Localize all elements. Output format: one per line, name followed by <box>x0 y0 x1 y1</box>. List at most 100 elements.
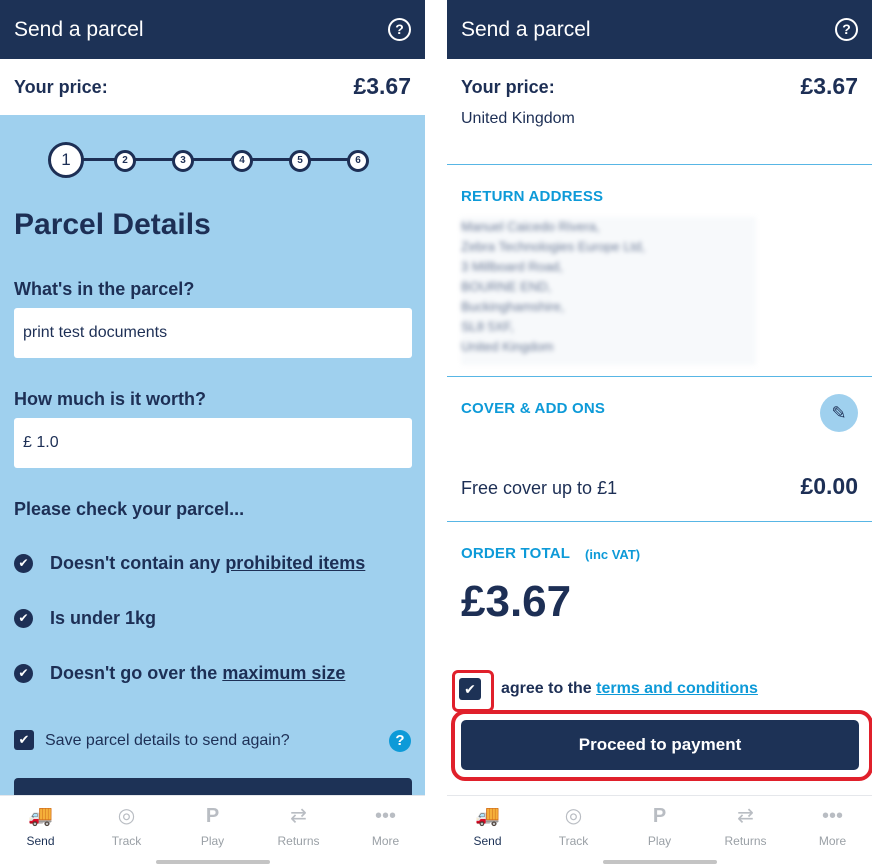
check-text: Doesn't go over the <box>50 663 223 683</box>
stepper-line <box>66 158 361 161</box>
price-value: £3.67 <box>353 73 411 99</box>
returns-icon: ⇄ <box>737 805 754 827</box>
price-value: £3.67 <box>800 73 858 99</box>
address-line: 3 Millboard Road, <box>461 259 563 274</box>
nav-track[interactable]: ◎ Track <box>84 804 169 848</box>
nav-label: Play <box>200 834 225 848</box>
van-icon: 🚚 <box>28 805 53 827</box>
bottom-nav: 🚚 Send ◎ Track P Play ⇄ Returns ••• More <box>0 795 425 867</box>
order-summary: United Kingdom RETURN ADDRESS Manuel Cai… <box>447 110 872 795</box>
app-header: Send a parcel ? <box>447 0 872 59</box>
left-screen: Send a parcel ? Your price: £3.67 1 2 3 … <box>0 0 425 867</box>
target-icon: ◎ <box>117 805 136 827</box>
help-icon[interactable]: ? <box>388 18 411 41</box>
pencil-icon: ✎ <box>831 403 847 423</box>
terms-label: agree to the terms and conditions <box>501 680 758 698</box>
nav-label: Send <box>473 834 502 848</box>
check-text: Doesn't contain any <box>50 553 226 573</box>
address-line: SL8 5XF, <box>461 319 514 334</box>
nav-label: More <box>818 834 847 848</box>
nav-play[interactable]: P Play <box>170 804 255 848</box>
nav-label: Send <box>26 834 55 848</box>
nav-label: Track <box>558 834 589 848</box>
worth-label: How much is it worth? <box>14 389 206 409</box>
maximum-size-link[interactable]: maximum size <box>222 663 345 683</box>
nav-play[interactable]: P Play <box>617 804 702 848</box>
cover-label: Free cover up to £1 <box>461 478 618 498</box>
price-label: Your price: <box>461 77 555 97</box>
nav-more[interactable]: ••• More <box>790 804 872 848</box>
save-help-icon[interactable]: ? <box>389 730 411 752</box>
progress-stepper: 1 2 3 4 5 6 <box>48 142 373 178</box>
help-icon[interactable]: ? <box>835 18 858 41</box>
step-6[interactable]: 6 <box>347 150 369 172</box>
nav-more[interactable]: ••• More <box>343 804 425 848</box>
app-header: Send a parcel ? <box>0 0 425 59</box>
van-icon: 🚚 <box>475 805 500 827</box>
nav-track[interactable]: ◎ Track <box>531 804 616 848</box>
address-line: Buckinghamshire, <box>461 299 565 314</box>
play-icon: P <box>205 805 220 827</box>
more-icon: ••• <box>374 805 396 827</box>
proceed-to-payment-button[interactable]: Proceed to payment <box>461 720 859 770</box>
address-line: Zebra Technologies Europe Ltd, <box>461 239 646 254</box>
terms-checkbox[interactable]: ✔ <box>459 678 481 700</box>
divider <box>447 376 872 377</box>
home-indicator <box>156 860 270 864</box>
cover-heading: COVER & ADD ONS <box>461 400 606 417</box>
nav-send[interactable]: 🚚 Send <box>0 804 83 848</box>
bottom-nav: 🚚 Send ◎ Track P Play ⇄ Returns ••• More <box>447 795 872 867</box>
nav-label: Track <box>111 834 142 848</box>
step-4[interactable]: 4 <box>231 150 253 172</box>
returns-icon: ⇄ <box>290 805 307 827</box>
check-heading: Please check your parcel... <box>14 499 245 519</box>
save-details-checkbox[interactable]: ✔ <box>14 730 34 750</box>
home-indicator <box>603 860 717 864</box>
check-text: Is under 1kg <box>50 608 157 628</box>
price-bar: Your price: £3.67 <box>0 59 425 115</box>
step-5[interactable]: 5 <box>289 150 311 172</box>
order-total-value: £3.67 <box>461 577 572 626</box>
worth-input[interactable]: £ 1.0 <box>14 418 412 468</box>
price-label: Your price: <box>14 77 108 97</box>
nav-send[interactable]: 🚚 Send <box>447 804 530 848</box>
play-icon: P <box>652 805 667 827</box>
divider <box>447 521 872 522</box>
target-icon: ◎ <box>564 805 583 827</box>
address-line: BOURNE END, <box>461 279 552 294</box>
address-line: Manuel Caicedo Rivera, <box>461 219 600 234</box>
contents-label: What's in the parcel? <box>14 279 195 299</box>
order-total-heading: ORDER TOTAL <box>461 545 571 562</box>
address-line: United Kingdom <box>461 339 554 354</box>
step-2[interactable]: 2 <box>114 150 136 172</box>
nav-label: Play <box>647 834 672 848</box>
check-icon: ✔ <box>14 609 33 628</box>
right-screen: Send a parcel ? Your price: £3.67 United… <box>447 0 872 867</box>
section-title: Parcel Details <box>14 208 211 241</box>
step-3[interactable]: 3 <box>172 150 194 172</box>
price-bar: Your price: £3.67 <box>447 59 872 115</box>
edit-cover-button[interactable]: ✎ <box>820 394 858 432</box>
save-details-label: Save parcel details to send again? <box>45 732 290 749</box>
page-title: Send a parcel <box>14 18 144 41</box>
page-title: Send a parcel <box>461 18 591 41</box>
vat-label: (inc VAT) <box>585 547 641 562</box>
return-address-heading: RETURN ADDRESS <box>461 188 604 205</box>
cover-value: £0.00 <box>800 473 858 499</box>
nav-label: Returns <box>724 834 767 848</box>
return-address-blurred: Manuel Caicedo Rivera, Zebra Technologie… <box>461 217 756 365</box>
nav-returns[interactable]: ⇄ Returns <box>703 804 788 848</box>
check-icon: ✔ <box>14 664 33 683</box>
divider <box>447 164 872 165</box>
more-icon: ••• <box>821 805 843 827</box>
nav-returns[interactable]: ⇄ Returns <box>256 804 341 848</box>
parcel-details-form: 1 2 3 4 5 6 Parcel Details What's in the… <box>0 115 425 808</box>
nav-label: Returns <box>277 834 320 848</box>
contents-input[interactable]: print test documents <box>14 308 412 358</box>
prohibited-items-link[interactable]: prohibited items <box>225 553 365 573</box>
check-icon: ✔ <box>14 554 33 573</box>
agree-text: agree to the <box>501 680 597 697</box>
step-1[interactable]: 1 <box>48 142 84 178</box>
delivery-country-text: United Kingdom <box>461 110 575 127</box>
terms-link[interactable]: terms and conditions <box>596 680 758 697</box>
